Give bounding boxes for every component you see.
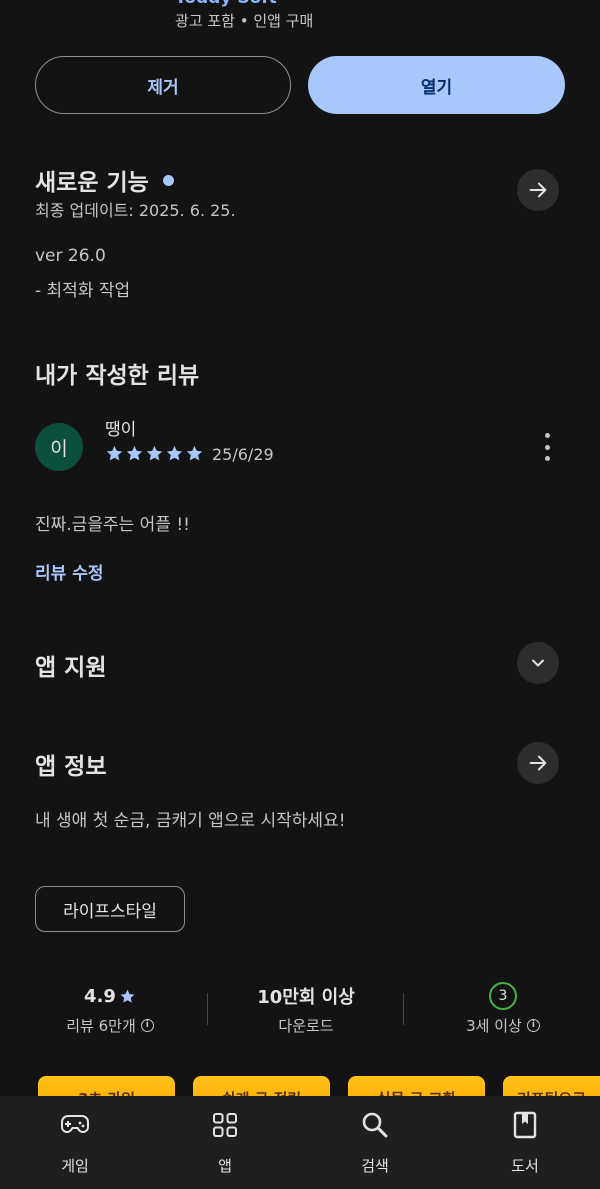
release-notes: - 최적화 작업 <box>35 281 131 301</box>
rating-stat[interactable]: 4.9 리뷰 6만개 i <box>25 983 195 1036</box>
app-info-title[interactable]: 앱 정보 <box>35 747 107 781</box>
apps-grid-icon <box>213 1113 237 1137</box>
edit-review-link[interactable]: 리뷰 수정 <box>35 559 103 584</box>
star-icon <box>106 445 123 461</box>
uninstall-button[interactable]: 제거 <box>35 56 291 114</box>
whats-new-arrow-button[interactable] <box>517 169 559 211</box>
book-icon <box>513 1111 537 1139</box>
downloads-value: 10만회 이상 <box>257 987 355 1008</box>
developer-name[interactable]: Toddy Soft <box>175 0 277 8</box>
app-support-title[interactable]: 앱 지원 <box>35 648 107 682</box>
review-date: 25/6/29 <box>212 445 274 464</box>
whats-new-heading: 새로운 기능 <box>35 163 174 197</box>
star-icon <box>126 445 143 461</box>
app-description: 내 생애 첫 순금, 금캐기 앱으로 시작하세요! <box>35 811 346 831</box>
age-rating-label: 3세 이상 <box>466 1017 522 1035</box>
chevron-down-icon <box>532 659 544 667</box>
version-text: ver 26.0 <box>35 246 106 266</box>
arrow-right-icon <box>529 182 547 198</box>
arrow-right-icon <box>529 755 547 771</box>
bottom-navigation: 게임 앱 검색 도서 <box>0 1096 600 1189</box>
more-options-icon[interactable] <box>541 433 553 461</box>
nav-games[interactable]: 게임 <box>25 1110 125 1176</box>
stat-divider <box>207 993 208 1025</box>
downloads-label: 다운로드 <box>278 1017 334 1035</box>
info-icon[interactable]: i <box>526 1019 540 1032</box>
rating-value: 4.9 <box>84 985 116 1007</box>
nav-apps[interactable]: 앱 <box>175 1110 275 1176</box>
last-updated: 최종 업데이트: 2025. 6. 25. <box>35 201 236 220</box>
nav-search[interactable]: 검색 <box>325 1110 425 1176</box>
review-text: 진짜.금을주는 어플 !! <box>35 515 190 535</box>
new-indicator-dot <box>162 174 174 186</box>
nav-label: 게임 <box>61 1157 89 1175</box>
nav-label: 도서 <box>511 1157 539 1175</box>
star-rating <box>105 444 204 463</box>
age-rating-stat[interactable]: 3 3세 이상 i <box>418 982 588 1036</box>
gamepad-icon <box>61 1115 89 1133</box>
nav-books[interactable]: 도서 <box>475 1110 575 1176</box>
whats-new-title: 새로운 기능 <box>35 170 149 196</box>
rating-count: 리뷰 6만개 <box>66 1017 136 1035</box>
info-icon[interactable]: i <box>140 1019 154 1032</box>
my-review-title: 내가 작성한 리뷰 <box>35 363 200 389</box>
avatar: 이 <box>35 423 83 471</box>
app-info-arrow-button[interactable] <box>517 742 559 784</box>
app-support-expand-button[interactable] <box>517 642 559 684</box>
star-icon <box>186 445 203 461</box>
star-icon <box>166 445 183 461</box>
search-icon <box>362 1112 388 1138</box>
star-icon <box>120 989 135 1003</box>
review-author: 땡이 <box>105 420 137 440</box>
star-icon <box>146 445 163 461</box>
nav-label: 앱 <box>218 1157 232 1175</box>
open-button[interactable]: 열기 <box>308 56 565 114</box>
category-chip[interactable]: 라이프스타일 <box>35 886 185 932</box>
downloads-stat: 10만회 이상 다운로드 <box>221 983 391 1036</box>
stat-divider <box>403 993 404 1025</box>
nav-label: 검색 <box>361 1157 389 1175</box>
age-rating-badge: 3 <box>489 982 517 1010</box>
app-tags: 광고 포함 • 인앱 구매 <box>175 12 314 30</box>
